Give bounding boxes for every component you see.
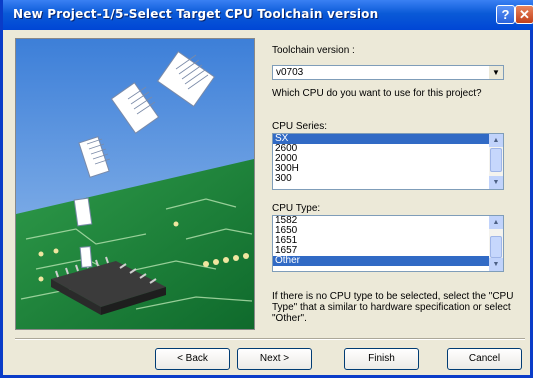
button-separator [15, 338, 525, 340]
toolchain-version-dropdown[interactable]: v0703 ▼ [272, 65, 504, 80]
list-item[interactable]: 1650 [273, 226, 503, 236]
toolchain-version-value: v0703 [276, 67, 304, 78]
cpu-type-scroll-thumb[interactable] [490, 236, 502, 258]
cpu-type-listbox[interactable]: 1582 1650 1651 1657 Other ▲ ▼ [272, 215, 504, 272]
cancel-button[interactable]: Cancel [447, 348, 522, 370]
new-project-wizard-window: New Project-1/5-Select Target CPU Toolch… [0, 0, 533, 378]
cpu-series-items: SX 2600 2000 300H 300 [273, 134, 503, 184]
cpu-series-scroll-thumb[interactable] [490, 148, 502, 172]
scroll-down-arrow-icon[interactable]: ▼ [489, 176, 503, 189]
list-item[interactable]: SX [273, 134, 503, 144]
scroll-up-arrow-icon[interactable]: ▲ [489, 216, 503, 229]
title-bar[interactable]: New Project-1/5-Select Target CPU Toolch… [3, 0, 533, 30]
cpu-type-scrollbar[interactable]: ▲ ▼ [489, 216, 503, 271]
scroll-up-arrow-icon[interactable]: ▲ [489, 134, 503, 147]
next-button[interactable]: Next > [237, 348, 312, 370]
cpu-series-listbox[interactable]: SX 2600 2000 300H 300 ▲ ▼ [272, 133, 504, 190]
list-item[interactable]: 1582 [273, 216, 503, 226]
cpu-type-label: CPU Type: [272, 203, 321, 214]
cpu-question-text: Which CPU do you want to use for this pr… [272, 88, 482, 99]
close-button[interactable]: ✕ [515, 5, 533, 24]
finish-button[interactable]: Finish [344, 348, 419, 370]
cpu-type-hint-text: If there is no CPU type to be selected, … [272, 291, 514, 324]
toolchain-version-label: Toolchain version : [272, 45, 355, 56]
list-item[interactable]: 1651 [273, 236, 503, 246]
list-item[interactable]: 300 [273, 174, 503, 184]
list-item[interactable]: 2000 [273, 154, 503, 164]
help-button[interactable]: ? [496, 5, 515, 24]
circuit-board-illustration [16, 39, 254, 329]
chevron-down-icon[interactable]: ▼ [489, 66, 503, 79]
cpu-series-label: CPU Series: [272, 121, 328, 132]
cpu-series-scrollbar[interactable]: ▲ ▼ [489, 134, 503, 189]
list-item[interactable]: 300H [273, 164, 503, 174]
list-item[interactable]: 1657 [273, 246, 503, 256]
list-item[interactable]: 2600 [273, 144, 503, 154]
wizard-illustration [15, 38, 255, 330]
back-button[interactable]: < Back [155, 348, 230, 370]
scroll-down-arrow-icon[interactable]: ▼ [489, 258, 503, 271]
list-item[interactable]: Other [273, 256, 503, 266]
cpu-type-items: 1582 1650 1651 1657 Other [273, 216, 503, 266]
window-title: New Project-1/5-Select Target CPU Toolch… [13, 7, 379, 21]
